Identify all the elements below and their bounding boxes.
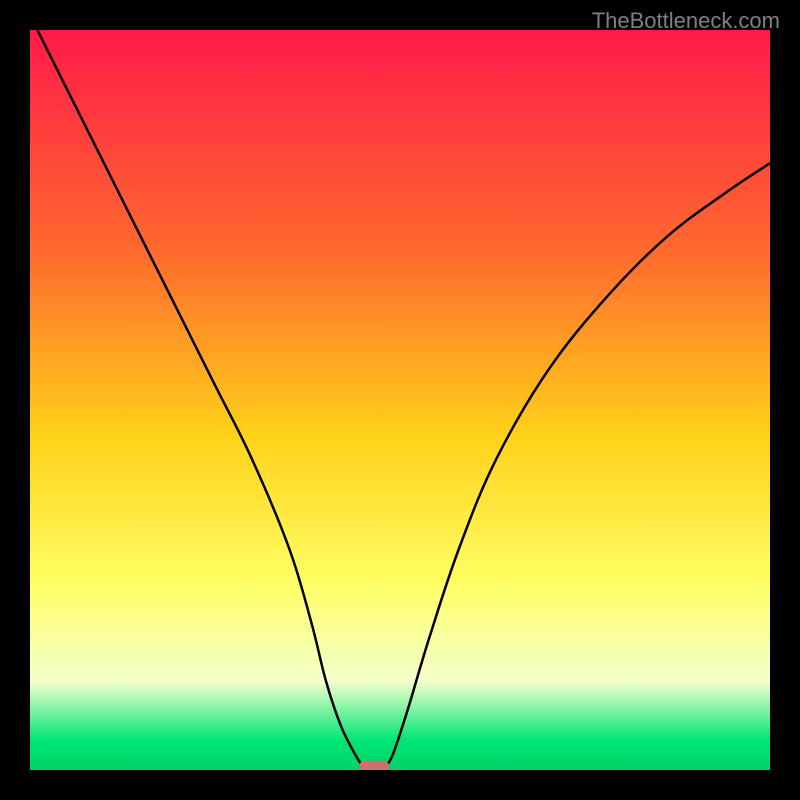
watermark-text: TheBottleneck.com: [592, 8, 780, 34]
bottleneck-marker: [359, 761, 389, 770]
gradient-background: [30, 30, 770, 770]
bottleneck-chart: [30, 30, 770, 770]
